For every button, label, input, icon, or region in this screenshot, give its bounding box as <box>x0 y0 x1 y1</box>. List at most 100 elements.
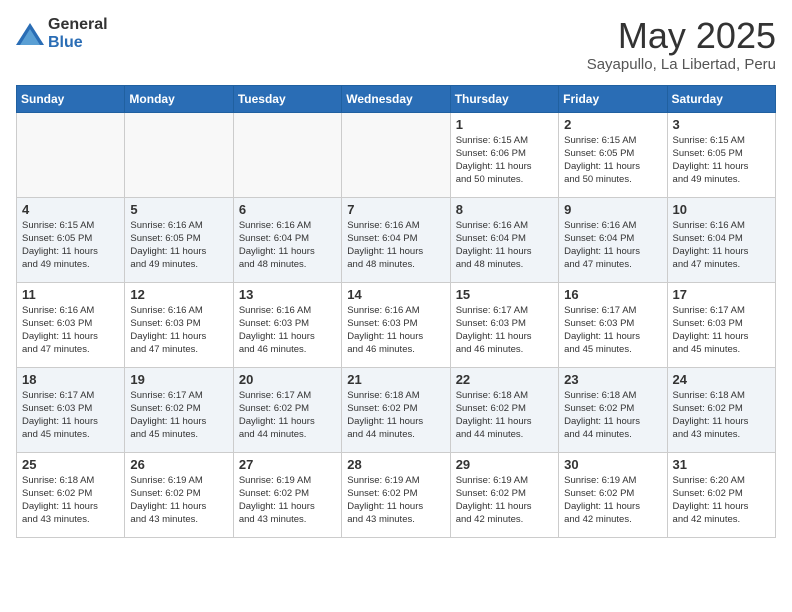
calendar-cell: 31Sunrise: 6:20 AM Sunset: 6:02 PM Dayli… <box>667 452 775 537</box>
weekday-friday: Friday <box>559 85 667 112</box>
calendar-cell: 6 Sunrise: 6:16 AM Sunset: 6:04 PM Daylig… <box>233 197 341 282</box>
calendar-cell: 5 Sunrise: 6:16 AM Sunset: 6:05 PM Daylig… <box>125 197 233 282</box>
day-info: Sunrise: 6:16 AM Sunset: 6:03 PM Dayligh… <box>130 304 227 357</box>
day-info: Sunrise: 6:16 AM Sunset: 6:04 PM Dayligh… <box>456 219 553 272</box>
logo: General Blue <box>16 16 108 52</box>
day-info: Sunrise: 6:18 AM Sunset: 6:02 PM Dayligh… <box>673 389 770 442</box>
day-number: 12 <box>130 287 227 302</box>
weekday-sunday: Sunday <box>17 85 125 112</box>
day-number: 8 <box>456 202 553 217</box>
day-info: Sunrise: 6:15 AM Sunset: 6:05 PM Dayligh… <box>22 219 119 272</box>
day-info: Sunrise: 6:15 AM Sunset: 6:05 PM Dayligh… <box>673 134 770 187</box>
day-info: Sunrise: 6:18 AM Sunset: 6:02 PM Dayligh… <box>22 474 119 527</box>
day-info: Sunrise: 6:15 AM Sunset: 6:05 PM Dayligh… <box>564 134 661 187</box>
day-number: 16 <box>564 287 661 302</box>
calendar-header: SundayMondayTuesdayWednesdayThursdayFrid… <box>17 85 776 112</box>
calendar-cell: 22 Sunrise: 6:18 AM Sunset: 6:02 PM Dayli… <box>450 367 558 452</box>
day-info: Sunrise: 6:16 AM Sunset: 6:04 PM Dayligh… <box>564 219 661 272</box>
day-number: 18 <box>22 372 119 387</box>
calendar-title: May 2025 <box>587 16 776 56</box>
calendar-cell: 15 Sunrise: 6:17 AM Sunset: 6:03 PM Dayli… <box>450 282 558 367</box>
calendar-cell: 7 Sunrise: 6:16 AM Sunset: 6:04 PM Daylig… <box>342 197 450 282</box>
day-number: 23 <box>564 372 661 387</box>
day-info: Sunrise: 6:18 AM Sunset: 6:02 PM Dayligh… <box>456 389 553 442</box>
day-number: 31 <box>673 457 770 472</box>
calendar-cell: 2 Sunrise: 6:15 AM Sunset: 6:05 PM Daylig… <box>559 112 667 197</box>
day-info: Sunrise: 6:17 AM Sunset: 6:02 PM Dayligh… <box>130 389 227 442</box>
day-number: 4 <box>22 202 119 217</box>
day-info: Sunrise: 6:19 AM Sunset: 6:02 PM Dayligh… <box>130 474 227 527</box>
calendar-cell: 8 Sunrise: 6:16 AM Sunset: 6:04 PM Daylig… <box>450 197 558 282</box>
day-number: 9 <box>564 202 661 217</box>
calendar-subtitle: Sayapullo, La Libertad, Peru <box>587 56 776 73</box>
calendar-cell: 26Sunrise: 6:19 AM Sunset: 6:02 PM Dayli… <box>125 452 233 537</box>
calendar-body: 1 Sunrise: 6:15 AM Sunset: 6:06 PM Daylig… <box>17 112 776 537</box>
day-number: 13 <box>239 287 336 302</box>
day-info: Sunrise: 6:15 AM Sunset: 6:06 PM Dayligh… <box>456 134 553 187</box>
day-number: 28 <box>347 457 444 472</box>
weekday-saturday: Saturday <box>667 85 775 112</box>
day-number: 29 <box>456 457 553 472</box>
day-info: Sunrise: 6:19 AM Sunset: 6:02 PM Dayligh… <box>564 474 661 527</box>
day-number: 1 <box>456 117 553 132</box>
day-number: 7 <box>347 202 444 217</box>
calendar-table: SundayMondayTuesdayWednesdayThursdayFrid… <box>16 85 776 538</box>
day-number: 20 <box>239 372 336 387</box>
day-info: Sunrise: 6:19 AM Sunset: 6:02 PM Dayligh… <box>347 474 444 527</box>
day-info: Sunrise: 6:17 AM Sunset: 6:03 PM Dayligh… <box>673 304 770 357</box>
calendar-cell <box>125 112 233 197</box>
day-info: Sunrise: 6:16 AM Sunset: 6:04 PM Dayligh… <box>347 219 444 272</box>
day-info: Sunrise: 6:16 AM Sunset: 6:04 PM Dayligh… <box>239 219 336 272</box>
day-number: 25 <box>22 457 119 472</box>
day-number: 6 <box>239 202 336 217</box>
calendar-cell: 25 Sunrise: 6:18 AM Sunset: 6:02 PM Dayli… <box>17 452 125 537</box>
day-number: 5 <box>130 202 227 217</box>
day-number: 15 <box>456 287 553 302</box>
logo-general: General <box>48 16 108 33</box>
day-number: 11 <box>22 287 119 302</box>
logo-icon <box>16 23 44 45</box>
day-info: Sunrise: 6:16 AM Sunset: 6:05 PM Dayligh… <box>130 219 227 272</box>
week-row-5: 25 Sunrise: 6:18 AM Sunset: 6:02 PM Dayli… <box>17 452 776 537</box>
day-info: Sunrise: 6:19 AM Sunset: 6:02 PM Dayligh… <box>239 474 336 527</box>
calendar-cell: 24 Sunrise: 6:18 AM Sunset: 6:02 PM Dayli… <box>667 367 775 452</box>
calendar-cell: 14 Sunrise: 6:16 AM Sunset: 6:03 PM Dayli… <box>342 282 450 367</box>
calendar-cell <box>233 112 341 197</box>
week-row-1: 1 Sunrise: 6:15 AM Sunset: 6:06 PM Daylig… <box>17 112 776 197</box>
day-number: 30 <box>564 457 661 472</box>
day-info: Sunrise: 6:16 AM Sunset: 6:03 PM Dayligh… <box>22 304 119 357</box>
day-number: 17 <box>673 287 770 302</box>
header: General Blue May 2025 Sayapullo, La Libe… <box>16 16 776 73</box>
weekday-monday: Monday <box>125 85 233 112</box>
calendar-cell: 27 Sunrise: 6:19 AM Sunset: 6:02 PM Dayli… <box>233 452 341 537</box>
day-info: Sunrise: 6:16 AM Sunset: 6:04 PM Dayligh… <box>673 219 770 272</box>
day-number: 2 <box>564 117 661 132</box>
calendar-cell <box>17 112 125 197</box>
day-number: 19 <box>130 372 227 387</box>
day-info: Sunrise: 6:16 AM Sunset: 6:03 PM Dayligh… <box>239 304 336 357</box>
calendar-cell: 9 Sunrise: 6:16 AM Sunset: 6:04 PM Daylig… <box>559 197 667 282</box>
calendar-cell: 23 Sunrise: 6:18 AM Sunset: 6:02 PM Dayli… <box>559 367 667 452</box>
logo-blue: Blue <box>48 34 83 51</box>
day-number: 10 <box>673 202 770 217</box>
day-number: 21 <box>347 372 444 387</box>
calendar-cell: 28 Sunrise: 6:19 AM Sunset: 6:02 PM Dayli… <box>342 452 450 537</box>
calendar-cell: 11 Sunrise: 6:16 AM Sunset: 6:03 PM Dayli… <box>17 282 125 367</box>
day-number: 27 <box>239 457 336 472</box>
calendar-cell: 29 Sunrise: 6:19 AM Sunset: 6:02 PM Dayli… <box>450 452 558 537</box>
weekday-thursday: Thursday <box>450 85 558 112</box>
day-info: Sunrise: 6:18 AM Sunset: 6:02 PM Dayligh… <box>564 389 661 442</box>
calendar-cell: 3 Sunrise: 6:15 AM Sunset: 6:05 PM Daylig… <box>667 112 775 197</box>
day-info: Sunrise: 6:19 AM Sunset: 6:02 PM Dayligh… <box>456 474 553 527</box>
day-number: 3 <box>673 117 770 132</box>
calendar-cell: 20Sunrise: 6:17 AM Sunset: 6:02 PM Dayli… <box>233 367 341 452</box>
day-info: Sunrise: 6:17 AM Sunset: 6:03 PM Dayligh… <box>456 304 553 357</box>
day-info: Sunrise: 6:16 AM Sunset: 6:03 PM Dayligh… <box>347 304 444 357</box>
day-number: 14 <box>347 287 444 302</box>
week-row-3: 11 Sunrise: 6:16 AM Sunset: 6:03 PM Dayli… <box>17 282 776 367</box>
calendar-cell <box>342 112 450 197</box>
day-number: 22 <box>456 372 553 387</box>
weekday-wednesday: Wednesday <box>342 85 450 112</box>
day-number: 24 <box>673 372 770 387</box>
calendar-cell: 1 Sunrise: 6:15 AM Sunset: 6:06 PM Daylig… <box>450 112 558 197</box>
